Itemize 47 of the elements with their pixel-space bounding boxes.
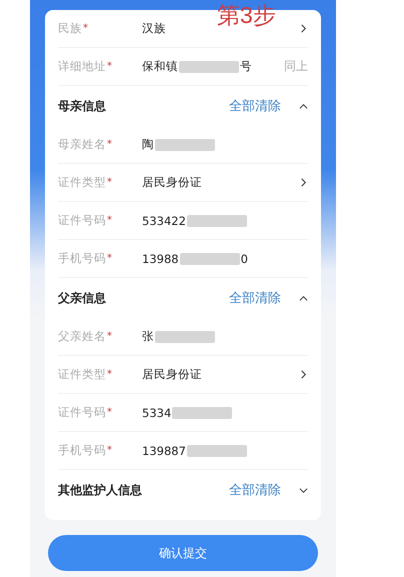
- clear-all-link[interactable]: 全部清除: [229, 97, 281, 115]
- field-value: 13988: [142, 252, 179, 266]
- required-mark: *: [107, 139, 112, 150]
- required-mark: *: [107, 369, 112, 380]
- required-mark: *: [107, 445, 112, 456]
- section-title: 父亲信息: [58, 290, 107, 306]
- required-mark: *: [107, 253, 112, 264]
- field-value: 0: [240, 252, 248, 266]
- field-value: 汉族: [142, 21, 166, 36]
- field-label: 证件类型: [58, 175, 106, 190]
- required-mark: *: [107, 215, 112, 226]
- required-mark: *: [83, 23, 88, 34]
- field-label: 详细地址: [58, 59, 106, 74]
- step-annotation: 第3步: [217, 1, 276, 30]
- chevron-right-icon[interactable]: [299, 178, 308, 187]
- clear-all-link[interactable]: 全部清除: [229, 289, 281, 307]
- clear-all-link[interactable]: 全部清除: [229, 481, 281, 499]
- required-mark: *: [107, 177, 112, 188]
- field-label: 证件类型: [58, 367, 106, 382]
- same-as-above-link[interactable]: 同上: [284, 58, 308, 75]
- field-label: 母亲姓名: [58, 137, 106, 152]
- field-value: 张: [142, 329, 154, 344]
- chevron-right-icon[interactable]: [299, 370, 308, 379]
- field-label: 民族: [58, 21, 82, 36]
- required-mark: *: [107, 61, 112, 72]
- field-label: 手机号码: [58, 443, 106, 458]
- expand-icon[interactable]: [299, 486, 308, 494]
- section-title: 母亲信息: [58, 98, 107, 114]
- field-value: 533422: [142, 214, 186, 228]
- section-title: 其他监护人信息: [58, 482, 143, 498]
- field-value: 居民身份证: [142, 367, 202, 382]
- field-label: 父亲姓名: [58, 329, 106, 344]
- required-mark: *: [107, 331, 112, 342]
- chevron-right-icon[interactable]: [299, 24, 308, 33]
- field-value: 保和镇: [142, 59, 178, 74]
- field-value: 陶: [142, 137, 154, 152]
- field-value: 5334: [142, 406, 172, 420]
- field-label: 证件号码: [58, 213, 106, 228]
- field-value: 居民身份证: [142, 175, 202, 190]
- field-value: 号: [240, 59, 252, 74]
- field-label: 手机号码: [58, 251, 106, 266]
- field-label: 证件号码: [58, 405, 106, 420]
- submit-button[interactable]: 确认提交: [48, 535, 318, 571]
- collapse-icon[interactable]: [299, 102, 308, 110]
- required-mark: *: [107, 407, 112, 418]
- field-value: 139887: [142, 444, 186, 458]
- collapse-icon[interactable]: [299, 294, 308, 302]
